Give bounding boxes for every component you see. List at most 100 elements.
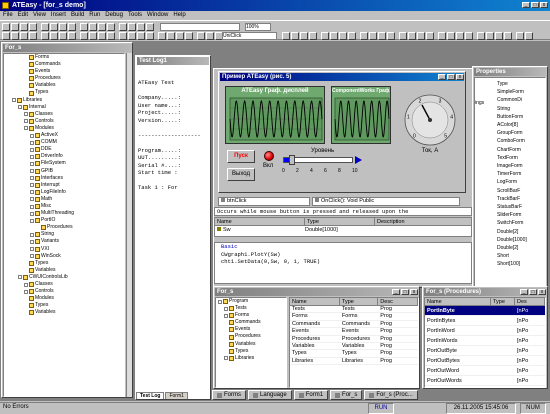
level-slider[interactable]: Уровень 0 2 4 6 8 10 — [281, 148, 391, 186]
project-tree-item[interactable]: DriverInfo — [6, 153, 124, 160]
toolbar-button[interactable] — [486, 32, 494, 40]
project-tree-item[interactable]: Forms — [6, 54, 124, 61]
toolbar-button[interactable] — [128, 23, 136, 31]
start-button[interactable]: Пуск — [227, 150, 255, 163]
toolbar-button[interactable] — [98, 23, 106, 31]
code-object-combo[interactable]: btnClick — [218, 197, 310, 206]
toolbar-button[interactable] — [50, 32, 58, 40]
project-tree-item[interactable]: WinSock — [6, 253, 124, 260]
toolbar-button[interactable] — [309, 32, 317, 40]
menu-item-view[interactable]: View — [33, 11, 46, 20]
close-button[interactable]: x — [540, 2, 548, 8]
expand-icon[interactable] — [24, 289, 28, 294]
test-log-tab[interactable]: Test Log — [136, 392, 165, 399]
expand-icon[interactable] — [224, 306, 228, 311]
expand-icon[interactable] — [30, 218, 34, 223]
expand-icon[interactable] — [30, 183, 34, 188]
program-tree-item[interactable]: Procedures — [218, 333, 286, 340]
type-item[interactable]: AColor[8] — [497, 121, 545, 129]
project-tree-item[interactable]: Procedures — [6, 224, 124, 231]
menu-item-insert[interactable]: Insert — [51, 11, 66, 20]
project-tree-item[interactable]: COMM — [6, 139, 124, 146]
list-item[interactable]: Procedures Procedures Prog — [290, 336, 418, 343]
toolbar-button[interactable] — [348, 32, 356, 40]
expand-icon[interactable] — [30, 140, 34, 145]
toolbar-button[interactable] — [176, 32, 184, 40]
program-tree-item[interactable]: Types — [218, 348, 286, 355]
type-item[interactable]: Double[1000] — [497, 236, 545, 244]
project-tree-item[interactable]: Variables — [6, 309, 124, 316]
toolbar-button[interactable] — [282, 32, 290, 40]
toolbar-button[interactable] — [158, 32, 166, 40]
list-item[interactable]: Commands Commands Prog — [290, 321, 418, 329]
expand-icon[interactable] — [24, 282, 28, 287]
type-item[interactable]: ChartForm — [497, 146, 545, 154]
project-tree-item[interactable]: Libraries — [6, 97, 124, 104]
mdi-tab-3[interactable]: For_s — [330, 390, 363, 400]
project-tree-item[interactable]: Types — [6, 89, 124, 96]
expand-icon[interactable] — [30, 204, 34, 209]
toolbar-button[interactable] — [89, 32, 97, 40]
toolbar-button[interactable] — [321, 32, 329, 40]
toolbar-button[interactable] — [197, 32, 205, 40]
toolbar-button[interactable] — [2, 32, 10, 40]
project-scrollbar[interactable] — [126, 53, 132, 397]
zoom-combo[interactable]: 100% — [245, 23, 271, 31]
project-tree-item[interactable]: Controls — [6, 288, 124, 295]
list-item[interactable]: Types Types Prog — [290, 350, 418, 358]
toolbar-button[interactable] — [360, 32, 368, 40]
column-header[interactable]: Type — [305, 218, 375, 226]
project-tree-item[interactable]: Procedures — [6, 75, 124, 82]
project-tree-item[interactable]: ActiveX — [6, 132, 124, 139]
dialog-minimize-button[interactable]: _ — [438, 74, 446, 80]
toolbar-button[interactable] — [408, 32, 416, 40]
project-tree-item[interactable]: Internal — [6, 104, 124, 111]
expand-icon[interactable] — [24, 112, 28, 117]
procedure-row[interactable]: PortInWords [nPo — [425, 336, 545, 346]
menu-item-tools[interactable]: Tools — [128, 11, 142, 20]
expand-icon[interactable] — [30, 161, 34, 166]
dialog-maximize-button[interactable]: □ — [447, 74, 455, 80]
code-proc-combo[interactable]: OnClick(): Void Public — [312, 197, 460, 206]
type-item[interactable]: Double[2] — [497, 228, 545, 236]
toolbar-button[interactable] — [399, 32, 407, 40]
program-tree-item[interactable]: Program — [218, 298, 286, 305]
project-tree-item[interactable]: Events — [6, 68, 124, 75]
toolbar-button[interactable] — [11, 23, 19, 31]
expand-icon[interactable] — [30, 133, 34, 138]
project-tree-item[interactable]: Interrupt — [6, 182, 124, 189]
project-tree-item[interactable]: String — [6, 231, 124, 238]
project-tree-item[interactable]: FileSystem — [6, 160, 124, 167]
project-tree-item[interactable]: Types — [6, 260, 124, 267]
toolbar-button[interactable] — [41, 23, 49, 31]
toolbar-button[interactable] — [495, 32, 503, 40]
program-minimize-button[interactable]: _ — [392, 289, 400, 295]
type-item[interactable]: ScrollBarF — [497, 187, 545, 195]
toolbar-button[interactable] — [438, 32, 446, 40]
expand-icon[interactable] — [30, 239, 34, 244]
column-header[interactable]: Name — [215, 218, 305, 226]
project-tree-item[interactable]: DDE — [6, 146, 124, 153]
code-editor[interactable]: Basic CWgraph1.PlotY(Sw) cht1.SetData(0,Sw… — [214, 242, 472, 284]
toolbar-button[interactable] — [369, 32, 377, 40]
toolbar-button[interactable] — [50, 23, 58, 31]
expand-icon[interactable] — [30, 169, 34, 174]
column-header[interactable]: Desc — [378, 298, 418, 306]
toolbar-button[interactable] — [146, 32, 154, 40]
procedures-minimize-button[interactable]: _ — [520, 289, 528, 295]
toolbar-button[interactable] — [291, 32, 299, 40]
toolbar-button[interactable] — [339, 32, 347, 40]
expand-icon[interactable] — [12, 98, 16, 103]
toolbar-button[interactable] — [29, 23, 37, 31]
project-tree-item[interactable]: Misc — [6, 203, 124, 210]
procedure-row[interactable]: PortInByte [nPo — [425, 306, 545, 316]
toolbar-button[interactable] — [206, 32, 214, 40]
toolbar-button[interactable] — [98, 32, 106, 40]
toolbar-button[interactable] — [185, 32, 193, 40]
procedure-row[interactable]: PortOutWord [nPo — [425, 366, 545, 376]
expand-icon[interactable] — [30, 176, 34, 181]
procedure-row[interactable]: PortInWord [nPo — [425, 326, 545, 336]
test-log-tab[interactable]: Form1 — [165, 392, 188, 399]
list-item[interactable]: Libraries Libraries Prog — [290, 358, 418, 366]
expand-icon[interactable] — [18, 105, 22, 110]
